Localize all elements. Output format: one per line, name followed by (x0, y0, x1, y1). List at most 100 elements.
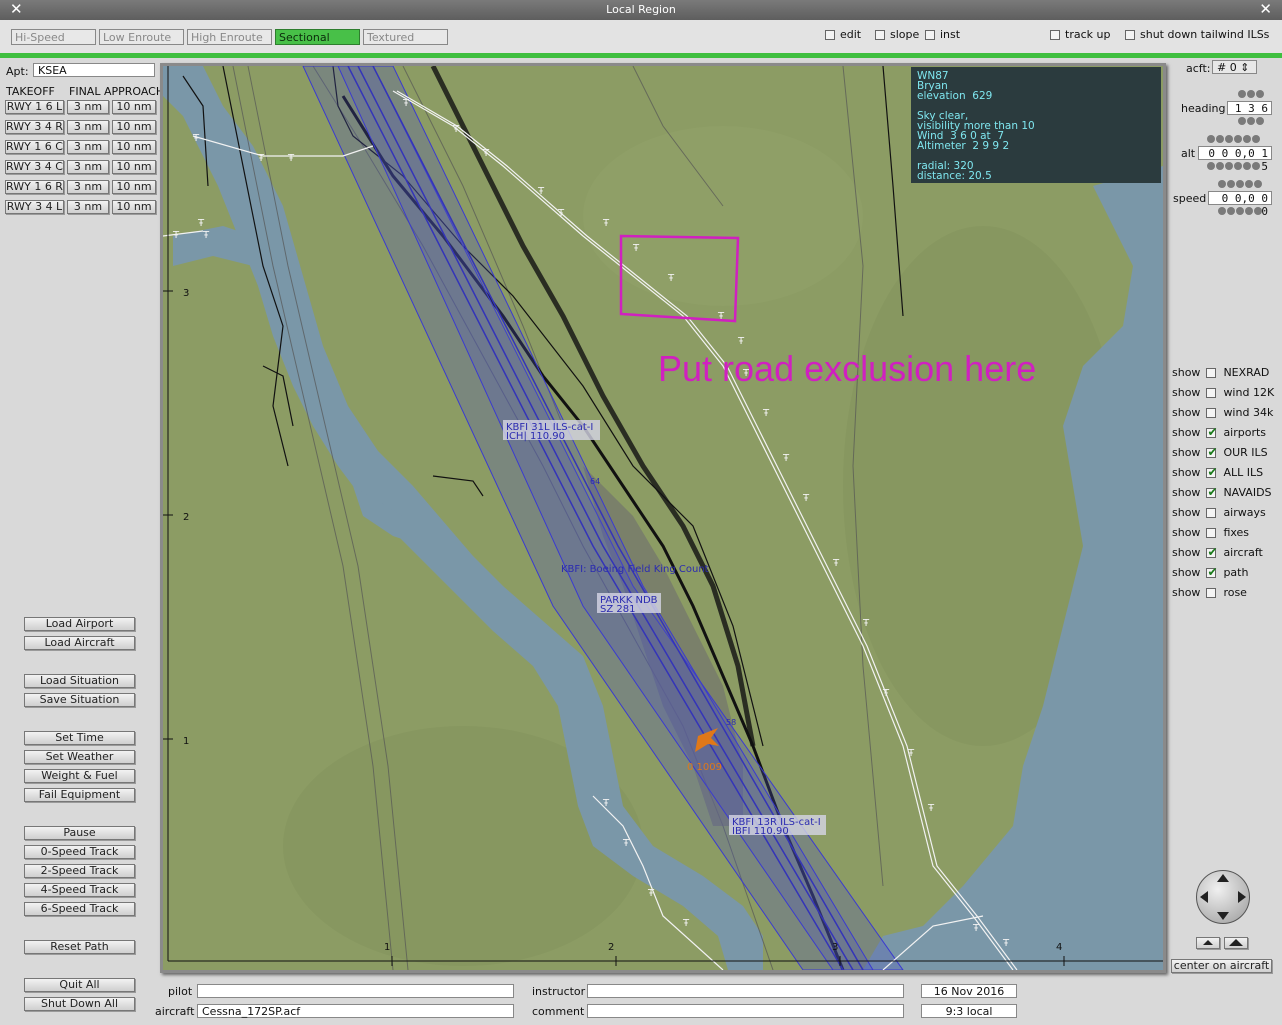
checkbox-icon[interactable] (875, 30, 885, 40)
zoom-out-icon[interactable] (1196, 937, 1220, 949)
slope-checkbox[interactable]: slope (875, 28, 919, 41)
layer-toggle-path[interactable]: show path (1172, 565, 1248, 579)
layer-toggle-our-ils[interactable]: show OUR ILS (1172, 445, 1268, 459)
checkbox-icon[interactable] (1206, 528, 1217, 538)
close-icon[interactable]: ✕ (1259, 1, 1272, 18)
save-situation-button[interactable]: Save Situation (24, 693, 135, 707)
load-situation-button[interactable]: Load Situation (24, 674, 135, 688)
reset-path-button[interactable]: Reset Path (24, 940, 135, 954)
approach-10nm-button[interactable]: 10 nm (112, 160, 156, 174)
runway-takeoff-button[interactable]: RWY 1 6 C (5, 140, 64, 154)
heading-down-spinners[interactable] (1238, 117, 1264, 126)
runway-takeoff-button[interactable]: RWY 1 6 L (5, 100, 64, 114)
checkbox-icon[interactable] (1206, 508, 1217, 518)
checkbox-icon[interactable] (1206, 388, 1217, 398)
zoom-in-icon[interactable] (1224, 937, 1248, 949)
approach-3nm-button[interactable]: 3 nm (67, 100, 109, 114)
quit-all-button[interactable]: Quit All (24, 978, 135, 992)
fail-equipment-button[interactable]: Fail Equipment (24, 788, 135, 802)
speed-field[interactable]: 0 0,0 0 0 (1208, 191, 1272, 218)
checkbox-checked-icon[interactable] (1206, 485, 1218, 499)
alt-up-spinners[interactable] (1207, 135, 1260, 144)
approach-3nm-button[interactable]: 3 nm (67, 200, 109, 214)
load-airport-button[interactable]: Load Airport (24, 617, 135, 631)
checkbox-icon[interactable] (825, 30, 835, 40)
approach-3nm-button[interactable]: 3 nm (67, 120, 109, 134)
heading-up-spinners[interactable] (1238, 90, 1264, 99)
shut-down-ils-checkbox[interactable]: shut down tailwind ILSs (1125, 28, 1269, 41)
layer-toggle-fixes[interactable]: show fixes (1172, 526, 1249, 539)
layer-toggle-wind-12k[interactable]: show wind 12K (1172, 386, 1274, 399)
speed-down-spinners[interactable] (1218, 207, 1262, 216)
layer-toggle-navaids[interactable]: show NAVAIDS (1172, 485, 1272, 499)
sectional-map[interactable]: ŦŦŦŦŦŦŦŦŦŦŦŦŦŦŦŦŦŦŦŦŦ ŦŦ ŦŦŦ ŦŦŦŦŦ Put roa… (163, 66, 1163, 970)
approach-10nm-button[interactable]: 10 nm (112, 120, 156, 134)
checkbox-checked-icon[interactable] (1206, 565, 1218, 579)
tab-textured[interactable]: Textured (363, 29, 448, 45)
checkbox-icon[interactable] (925, 30, 935, 40)
updown-arrow-icon[interactable]: ⇕ (1240, 61, 1249, 74)
track-up-checkbox[interactable]: track up (1050, 28, 1110, 41)
layer-toggle-airports[interactable]: show airports (1172, 425, 1266, 439)
layer-toggle-all-ils[interactable]: show ALL ILS (1172, 465, 1263, 479)
tab-sectional[interactable]: Sectional (275, 29, 360, 45)
altitude-field[interactable]: 0 0 0,0 1 5 (1198, 146, 1272, 173)
checkbox-checked-icon[interactable] (1206, 545, 1218, 559)
checkbox-checked-icon[interactable] (1206, 465, 1218, 479)
layer-toggle-nexrad[interactable]: show NEXRAD (1172, 366, 1269, 379)
approach-10nm-button[interactable]: 10 nm (112, 140, 156, 154)
tab-hi-speed[interactable]: Hi-Speed (11, 29, 96, 45)
speed-2-track-button[interactable]: 2-Speed Track (24, 864, 135, 878)
tab-high-enroute[interactable]: High Enroute (187, 29, 272, 45)
center-on-aircraft-button[interactable]: center on aircraft (1171, 959, 1272, 973)
layer-toggle-wind-34k[interactable]: show wind 34k (1172, 406, 1273, 419)
runway-takeoff-button[interactable]: RWY 1 6 R (5, 180, 64, 194)
heading-field[interactable]: 1 3 6 (1227, 101, 1272, 115)
approach-10nm-button[interactable]: 10 nm (112, 200, 156, 214)
layer-toggle-airways[interactable]: show airways (1172, 506, 1266, 519)
approach-10nm-button[interactable]: 10 nm (112, 100, 156, 114)
checkbox-checked-icon[interactable] (1206, 425, 1218, 439)
approach-3nm-button[interactable]: 3 nm (67, 160, 109, 174)
approach-10nm-button[interactable]: 10 nm (112, 180, 156, 194)
instructor-input[interactable] (587, 984, 904, 998)
set-weather-button[interactable]: Set Weather (24, 750, 135, 764)
load-aircraft-button[interactable]: Load Aircraft (24, 636, 135, 650)
speed-up-spinners[interactable] (1218, 180, 1262, 189)
approach-3nm-button[interactable]: 3 nm (67, 140, 109, 154)
layer-toggle-aircraft[interactable]: show aircraft (1172, 545, 1263, 559)
set-time-button[interactable]: Set Time (24, 731, 135, 745)
checkbox-checked-icon[interactable] (1206, 445, 1218, 459)
tab-low-enroute[interactable]: Low Enroute (99, 29, 184, 45)
pause-button[interactable]: Pause (24, 826, 135, 840)
runway-takeoff-button[interactable]: RWY 3 4 C (5, 160, 64, 174)
layer-toggle-rose[interactable]: show rose (1172, 586, 1247, 599)
runway-takeoff-button[interactable]: RWY 3 4 R (5, 120, 64, 134)
checkbox-icon[interactable] (1050, 30, 1060, 40)
checkbox-icon[interactable] (1206, 368, 1217, 378)
speed-4-track-button[interactable]: 4-Speed Track (24, 883, 135, 897)
approach-3nm-button[interactable]: 3 nm (67, 180, 109, 194)
pan-down-icon[interactable] (1217, 912, 1229, 920)
airport-input[interactable]: KSEA (33, 63, 155, 77)
checkbox-icon[interactable] (1206, 588, 1217, 598)
edit-checkbox[interactable]: edit (825, 28, 861, 41)
shut-down-all-button[interactable]: Shut Down All (24, 997, 135, 1011)
speed-0-track-button[interactable]: 0-Speed Track (24, 845, 135, 859)
alt-down-spinners[interactable] (1207, 162, 1260, 171)
pilot-input[interactable] (197, 984, 514, 998)
checkbox-icon[interactable] (1206, 408, 1217, 418)
pan-up-icon[interactable] (1217, 874, 1229, 882)
pan-control[interactable] (1196, 870, 1250, 924)
weight-fuel-button[interactable]: Weight & Fuel (24, 769, 135, 783)
aircraft-file-input[interactable]: Cessna_172SP.acf (197, 1004, 514, 1018)
runway-takeoff-button[interactable]: RWY 3 4 L (5, 200, 64, 214)
pan-right-icon[interactable] (1238, 891, 1246, 903)
comment-input[interactable] (587, 1004, 904, 1018)
checkbox-icon[interactable] (1125, 30, 1135, 40)
speed-6-track-button[interactable]: 6-Speed Track (24, 902, 135, 916)
map-view[interactable]: ŦŦŦŦŦŦŦŦŦŦŦŦŦŦŦŦŦŦŦŦŦ ŦŦŦŦŦŦŦŦŦŦ Put roa… (160, 63, 1166, 973)
inst-checkbox[interactable]: inst (925, 28, 960, 41)
aircraft-select[interactable]: # 0 ⇕ (1212, 60, 1257, 74)
pan-left-icon[interactable] (1200, 891, 1208, 903)
